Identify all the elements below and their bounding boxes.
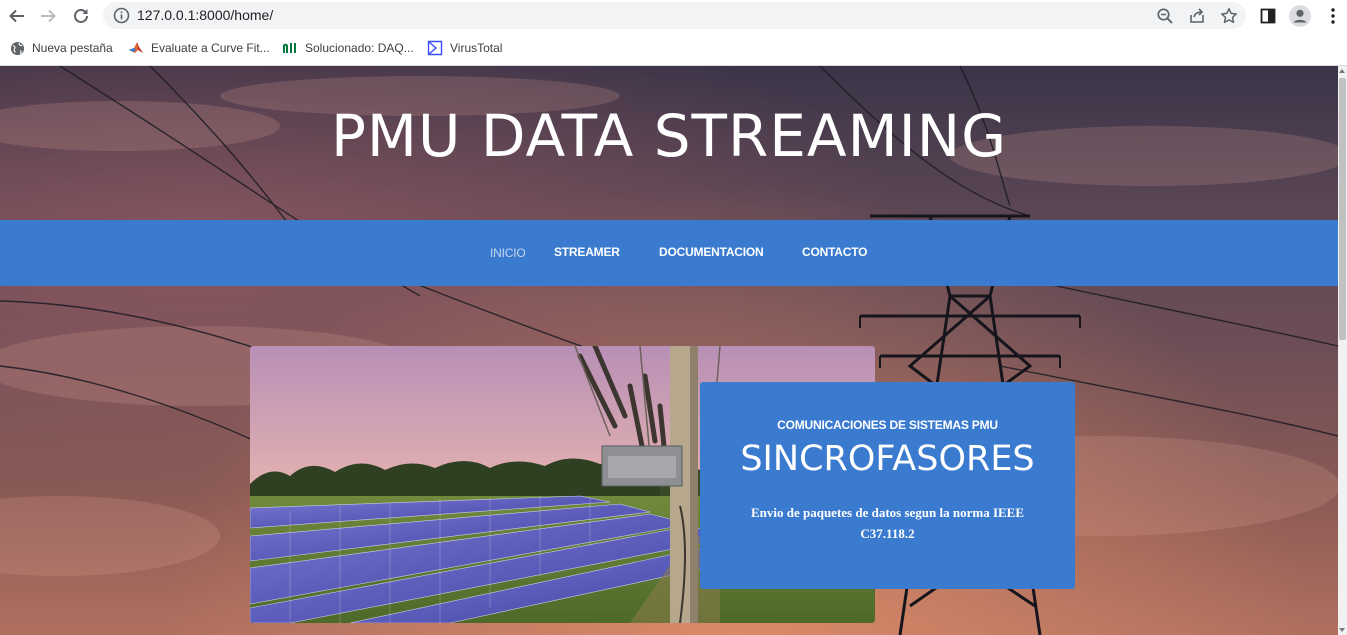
- bookmark-evaluate-curve-fit[interactable]: Evaluate a Curve Fit...: [128, 39, 270, 57]
- forward-button[interactable]: [36, 4, 60, 28]
- scroll-down-arrow-icon[interactable]: [1339, 628, 1345, 632]
- profile-button[interactable]: [1289, 5, 1311, 27]
- url-text[interactable]: 127.0.0.1:8000/home/: [137, 7, 273, 24]
- bookmark-label: Solucionado: DAQ...: [305, 41, 414, 55]
- address-bar[interactable]: 127.0.0.1:8000/home/: [103, 2, 1246, 29]
- main-navigation-bar: INICIO STREAMER DOCUMENTACION CONTACTO: [0, 220, 1338, 286]
- site-info-icon[interactable]: [113, 7, 130, 24]
- card-description: Envio de paquetes de datos segun la norm…: [740, 502, 1035, 544]
- reload-icon: [74, 9, 88, 23]
- menu-button[interactable]: [1322, 5, 1344, 27]
- nav-link-streamer[interactable]: STREAMER: [554, 245, 620, 259]
- card-headline: SINCROFASORES: [740, 439, 1035, 479]
- matlab-icon: [128, 40, 144, 56]
- bookmark-solucionado-daq[interactable]: Solucionado: DAQ...: [282, 39, 414, 57]
- site-title: PMU DATA STREAMING: [330, 102, 1008, 170]
- back-button[interactable]: [5, 4, 29, 28]
- hero-info-card: COMUNICACIONES DE SISTEMAS PMU SINCROFAS…: [700, 382, 1075, 589]
- zoom-icon[interactable]: [1156, 7, 1174, 25]
- share-icon[interactable]: [1188, 7, 1206, 25]
- browser-toolbar: 127.0.0.1:8000/home/: [0, 0, 1347, 32]
- page-viewport: PMU DATA STREAMING INICIO STREAMER DOCUM…: [0, 66, 1338, 635]
- ni-icon: [282, 40, 298, 56]
- page-scrollbar[interactable]: [1338, 66, 1347, 635]
- reload-button[interactable]: [69, 4, 93, 28]
- forward-arrow-icon: [41, 9, 56, 23]
- bookmark-star-icon[interactable]: [1220, 7, 1238, 25]
- card-kicker: COMUNICACIONES DE SISTEMAS PMU: [777, 418, 998, 432]
- card-description-line2: C37.118.2: [860, 526, 915, 541]
- bookmark-nueva-pestana[interactable]: Nueva pestaña: [9, 39, 113, 57]
- nav-link-contacto[interactable]: CONTACTO: [802, 245, 867, 259]
- card-description-line1: Envio de paquetes de datos segun la norm…: [750, 505, 1025, 520]
- back-arrow-icon: [9, 9, 24, 23]
- side-panel-icon: [1260, 8, 1276, 24]
- bookmark-label: VirusTotal: [450, 41, 503, 55]
- virustotal-icon: [427, 40, 443, 56]
- nav-link-inicio[interactable]: INICIO: [490, 246, 526, 260]
- avatar-icon: [1289, 5, 1311, 27]
- bookmark-virustotal[interactable]: VirusTotal: [427, 39, 502, 57]
- scrollbar-thumb[interactable]: [1339, 78, 1346, 340]
- bookmark-label: Evaluate a Curve Fit...: [151, 41, 270, 55]
- kebab-menu-icon: [1331, 8, 1335, 24]
- bookmarks-bar: Nueva pestaña Evaluate a Curve Fit... So…: [0, 32, 1347, 66]
- globe-icon: [9, 40, 25, 56]
- nav-link-documentacion[interactable]: DOCUMENTACION: [659, 245, 764, 259]
- scroll-up-arrow-icon[interactable]: [1339, 69, 1345, 73]
- side-panel-button[interactable]: [1257, 5, 1279, 27]
- bookmark-label: Nueva pestaña: [32, 41, 113, 55]
